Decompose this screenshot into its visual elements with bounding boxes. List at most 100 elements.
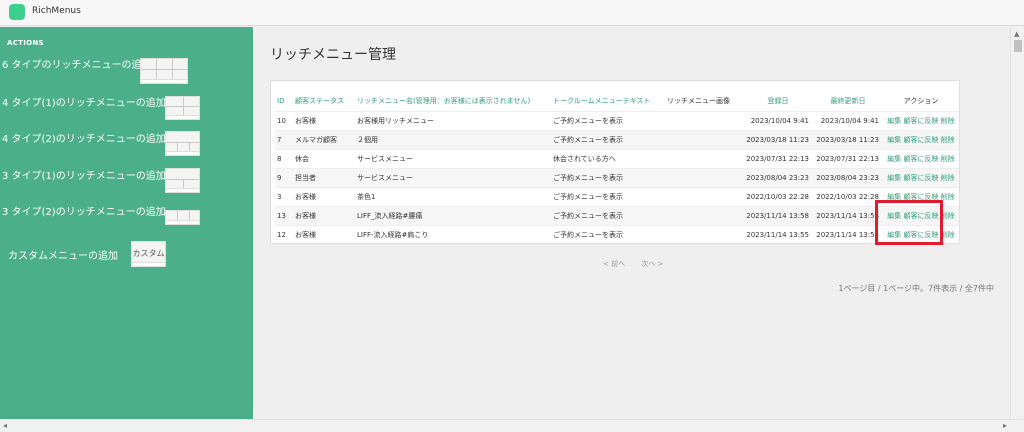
cell-name: お客様用リッチメニュー bbox=[357, 116, 434, 125]
add-4-type-2-menu-link[interactable]: 4 タイプ(2)のリッチメニューの追加 bbox=[2, 130, 166, 145]
sidebar: ACTIONS 6 タイプのリッチメニューの追加 4 タイプ(1)のリッチメニュ… bbox=[0, 27, 253, 419]
cell-id: 3 bbox=[277, 192, 282, 201]
4-type-2-thumbnail[interactable] bbox=[165, 131, 200, 156]
delete-link[interactable]: 削除 bbox=[941, 117, 955, 125]
cell-talk-text: ご予約メニューを表示 bbox=[553, 192, 623, 201]
cell-talk-text: ご予約メニューを表示 bbox=[553, 116, 623, 125]
cell-created: 2022/10/03 22:28 bbox=[746, 192, 809, 201]
cell-talk-text: ご予約メニューを表示 bbox=[553, 211, 623, 220]
table-row: 7 メルマガ顧客 ２個用 ご予約メニューを表示 2023/03/18 11:23 2023… bbox=[275, 130, 959, 149]
edit-link[interactable]: 編集 bbox=[887, 155, 901, 163]
add-4-type-1-menu-link[interactable]: 4 タイプ(1)のリッチメニューの追加 bbox=[2, 94, 166, 109]
cell-name: サービスメニュー bbox=[357, 173, 413, 182]
scroll-left-icon[interactable]: ◂ bbox=[3, 421, 7, 430]
apply-to-customer-link[interactable]: 顧客に反映 bbox=[904, 155, 939, 163]
edit-link[interactable]: 編集 bbox=[887, 174, 901, 182]
apply-to-customer-link[interactable]: 顧客に反映 bbox=[904, 117, 939, 125]
top-bar: RichMenus bbox=[0, 0, 1024, 26]
6-type-thumbnail[interactable] bbox=[140, 58, 188, 84]
vertical-scroll-thumb[interactable] bbox=[1014, 40, 1022, 52]
cell-created: 2023/07/31 22:13 bbox=[746, 154, 809, 163]
cell-name: LIFF-流入経路#肩こり bbox=[357, 230, 429, 239]
app-title: RichMenus bbox=[32, 6, 81, 16]
table-header-row: ID 顧客ステータス リッチメニュー名(管理用：お客様には表示されません) トー… bbox=[275, 91, 959, 111]
custom-thumbnail-label: カスタム bbox=[132, 249, 165, 258]
cell-status: お客様 bbox=[295, 230, 316, 239]
prev-page-link[interactable]: < 前へ bbox=[603, 260, 625, 268]
cell-status: お客様 bbox=[295, 192, 316, 201]
delete-link[interactable]: 削除 bbox=[941, 174, 955, 182]
cell-updated: 2022/10/03 22:28 bbox=[816, 192, 879, 201]
cell-created: 2023/10/04 9:41 bbox=[750, 116, 809, 125]
page-title: リッチメニュー管理 bbox=[270, 47, 396, 63]
col-updated[interactable]: 最終更新日 bbox=[813, 91, 883, 111]
cell-name: LIFF_流入経路#腰痛 bbox=[357, 211, 423, 220]
horizontal-scrollbar[interactable]: ◂ ▸ bbox=[0, 419, 1024, 432]
edit-link[interactable]: 編集 bbox=[887, 117, 901, 125]
cell-talk-text: 休会されている方へ bbox=[553, 154, 616, 163]
add-custom-menu-link[interactable]: カスタムメニューの追加 bbox=[8, 247, 118, 262]
cell-actions: 編集 顧客に反映 削除 bbox=[883, 111, 959, 130]
cell-image bbox=[665, 111, 743, 130]
cell-updated: 2023/08/04 23:23 bbox=[816, 173, 879, 182]
custom-thumbnail[interactable]: カスタム bbox=[131, 241, 166, 267]
cell-talk-text: ご予約メニューを表示 bbox=[553, 230, 623, 239]
cell-id: 9 bbox=[277, 173, 282, 182]
highlight-box bbox=[875, 200, 943, 245]
col-status[interactable]: 顧客ステータス bbox=[293, 91, 355, 111]
cell-name: サービスメニュー bbox=[357, 154, 413, 163]
table-row: 9 担当者 サービスメニュー ご予約メニューを表示 2023/08/04 23:23 20… bbox=[275, 168, 959, 187]
3-type-1-thumbnail[interactable] bbox=[165, 168, 200, 193]
vertical-scrollbar[interactable]: ▲ bbox=[1010, 27, 1024, 419]
cell-actions: 編集 顧客に反映 削除 bbox=[883, 130, 959, 149]
cell-status: 休会 bbox=[295, 154, 309, 163]
cell-status: お客様 bbox=[295, 211, 316, 220]
edit-link[interactable]: 編集 bbox=[887, 136, 901, 144]
table-row: 12 お客様 LIFF-流入経路#肩こり ご予約メニューを表示 2023/11/14 1… bbox=[275, 225, 959, 244]
cell-image bbox=[665, 149, 743, 168]
scroll-right-icon[interactable]: ▸ bbox=[1003, 421, 1007, 430]
col-image: リッチメニュー画像 bbox=[667, 96, 730, 105]
cell-status: メルマガ顧客 bbox=[295, 135, 337, 144]
cell-image bbox=[665, 168, 743, 187]
cell-talk-text: ご予約メニューを表示 bbox=[553, 135, 623, 144]
add-3-type-1-menu-link[interactable]: 3 タイプ(1)のリッチメニューの追加 bbox=[2, 167, 166, 182]
richmenu-table: ID 顧客ステータス リッチメニュー名(管理用：お客様には表示されません) トー… bbox=[275, 91, 959, 244]
add-3-type-2-menu-link[interactable]: 3 タイプ(2)のリッチメニューの追加 bbox=[2, 203, 166, 218]
app-logo-icon bbox=[9, 4, 25, 20]
apply-to-customer-link[interactable]: 顧客に反映 bbox=[904, 136, 939, 144]
cell-updated: 2023/10/04 9:41 bbox=[820, 116, 879, 125]
col-id[interactable]: ID bbox=[275, 91, 293, 111]
pagination-summary: 1ページ目 / 1ページ中。7件表示 / 全7件中 bbox=[838, 284, 994, 293]
4-type-1-thumbnail[interactable] bbox=[165, 96, 200, 120]
col-name[interactable]: リッチメニュー名(管理用：お客様には表示されません) bbox=[355, 91, 551, 111]
cell-updated: 2023/03/18 11:23 bbox=[816, 135, 879, 144]
actions-heading: ACTIONS bbox=[7, 39, 44, 47]
cell-image bbox=[665, 130, 743, 149]
delete-link[interactable]: 削除 bbox=[941, 136, 955, 144]
3-type-2-thumbnail[interactable] bbox=[165, 210, 200, 225]
cell-updated: 2023/11/14 13:55 bbox=[816, 230, 879, 239]
richmenu-table-card: ID 顧客ステータス リッチメニュー名(管理用：お客様には表示されません) トー… bbox=[270, 80, 960, 244]
cell-created: 2023/11/14 13:55 bbox=[746, 230, 809, 239]
table-row: 10 お客様 お客様用リッチメニュー ご予約メニューを表示 2023/10/04 9:4… bbox=[275, 111, 959, 130]
cell-created: 2023/08/04 23:23 bbox=[746, 173, 809, 182]
cell-id: 13 bbox=[277, 211, 286, 220]
col-talk-text[interactable]: トークルームメニューテキスト bbox=[551, 91, 665, 111]
col-actions: アクション bbox=[903, 96, 939, 105]
cell-image bbox=[665, 187, 743, 206]
apply-to-customer-link[interactable]: 顧客に反映 bbox=[904, 174, 939, 182]
cell-name: ２個用 bbox=[357, 135, 378, 144]
delete-link[interactable]: 削除 bbox=[941, 155, 955, 163]
table-row: 8 休会 サービスメニュー 休会されている方へ 2023/07/31 22:13 2023… bbox=[275, 149, 959, 168]
add-6-type-menu-link[interactable]: 6 タイプのリッチメニューの追加 bbox=[2, 56, 152, 71]
cell-created: 2023/03/18 11:23 bbox=[746, 135, 809, 144]
cell-status: 担当者 bbox=[295, 173, 316, 182]
table-row: 3 お客様 茶色1 ご予約メニューを表示 2022/10/03 22:28 2022/10… bbox=[275, 187, 959, 206]
scroll-up-icon[interactable]: ▲ bbox=[1014, 30, 1019, 38]
cell-created: 2023/11/14 13:58 bbox=[746, 211, 809, 220]
next-page-link[interactable]: 次へ > bbox=[641, 260, 663, 268]
cell-id: 10 bbox=[277, 116, 286, 125]
table-row: 13 お客様 LIFF_流入経路#腰痛 ご予約メニューを表示 2023/11/14 13… bbox=[275, 206, 959, 225]
col-created[interactable]: 登録日 bbox=[743, 91, 813, 111]
